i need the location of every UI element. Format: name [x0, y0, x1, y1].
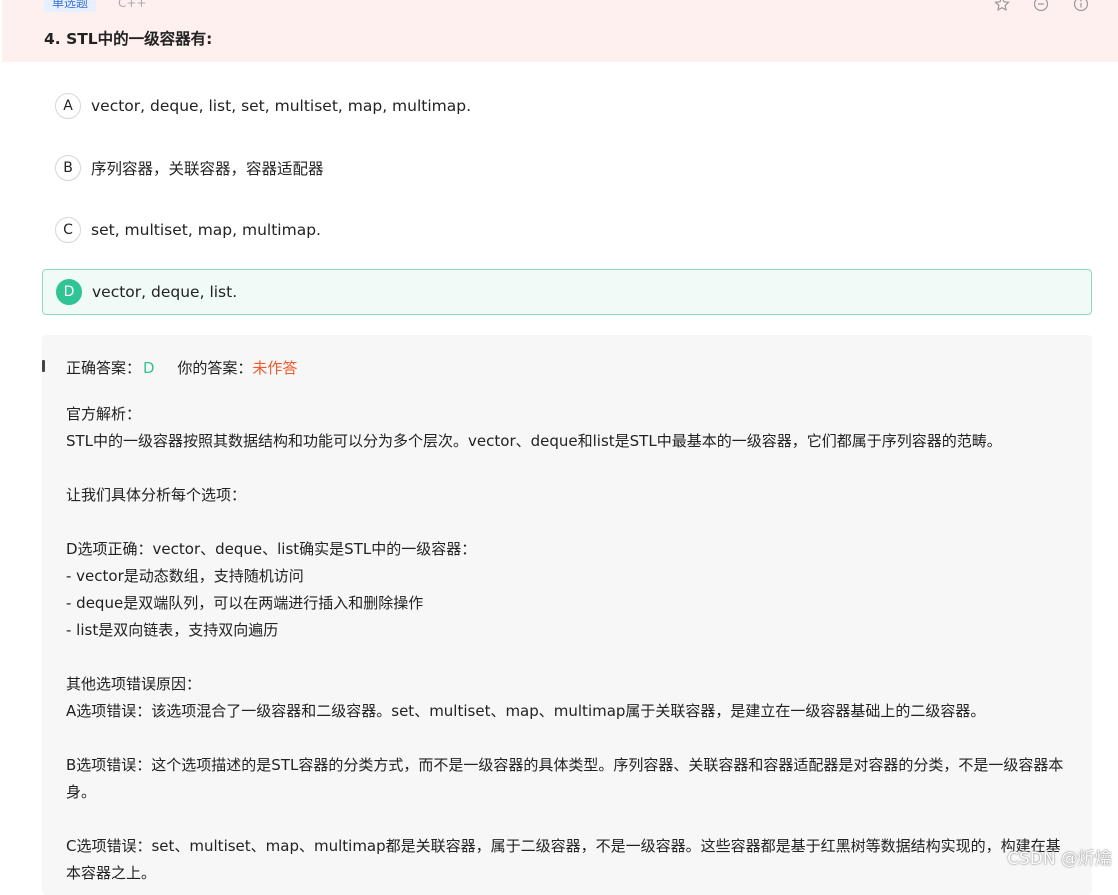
analysis-line: D选项正确：vector、deque、list确实是STL中的一级容器：: [66, 540, 477, 558]
question-header: 单选题 C++ 4. STL中的一级容器有:: [2, 0, 1118, 62]
option-a[interactable]: A vector, deque, list, set, multiset, ma…: [42, 84, 1092, 128]
info-icon[interactable]: [1073, 0, 1089, 12]
your-answer-label: 你的答案：: [177, 359, 253, 377]
analysis-line: A选项错误：该选项混合了一级容器和二级容器。set、multiset、map、m…: [66, 702, 986, 720]
star-icon[interactable]: [994, 0, 1010, 12]
analysis-line: [66, 725, 1072, 752]
answer-summary: 正确答案： D 你的答案：未作答: [66, 357, 297, 378]
option-text: 序列容器，关联容器，容器适配器: [91, 160, 324, 178]
analysis-line: STL中的一级容器按照其数据结构和功能可以分为多个层次。vector、deque…: [66, 432, 1002, 450]
analysis-line: - deque是双端队列，可以在两端进行插入和删除操作: [66, 594, 424, 612]
option-letter-badge: A: [55, 93, 81, 119]
option-text: vector, deque, list, set, multiset, map,…: [91, 97, 472, 115]
analysis-line: 官方解析：: [66, 405, 142, 423]
question-title: 4. STL中的一级容器有:: [44, 30, 213, 48]
analysis-line: - list是双向链表，支持双向遍历: [66, 621, 279, 639]
correct-answer-value: D: [143, 359, 155, 377]
correct-answer-label: 正确答案：: [66, 359, 142, 377]
analysis-line: [66, 806, 1072, 833]
question-type-tag: 单选题: [44, 0, 97, 12]
option-text: set, multiset, map, multimap.: [91, 221, 321, 239]
analysis-text: 官方解析： STL中的一级容器按照其数据结构和功能可以分为多个层次。vector…: [66, 401, 1072, 887]
analysis-line: [66, 509, 1072, 536]
analysis-line: 其他选项错误原因：: [66, 675, 202, 693]
option-letter-badge: C: [55, 217, 81, 243]
language-tag: C++: [118, 0, 147, 10]
analysis-line: [66, 644, 1072, 671]
analysis-line: B选项错误：这个选项描述的是STL容器的分类方式，而不是一级容器的具体类型。序列…: [66, 756, 1064, 801]
option-c[interactable]: C set, multiset, map, multimap.: [42, 208, 1092, 252]
analysis-panel: 正确答案： D 你的答案：未作答 官方解析： STL中的一级容器按照其数据结构和功…: [42, 335, 1092, 895]
analysis-line: 让我们具体分析每个选项：: [66, 486, 247, 504]
option-letter-badge: B: [55, 155, 81, 181]
your-answer-value: 未作答: [252, 359, 298, 377]
option-d-correct[interactable]: D vector, deque, list.: [42, 269, 1092, 315]
csdn-watermark: CSDN @炘爚: [1007, 849, 1112, 869]
option-letter-badge: D: [56, 279, 82, 305]
analysis-line: [66, 455, 1072, 482]
analysis-line: - vector是动态数组，支持随机访问: [66, 567, 304, 585]
minus-circle-icon[interactable]: [1033, 0, 1049, 12]
option-text: vector, deque, list.: [92, 283, 238, 301]
section-marker: [42, 360, 45, 372]
option-b[interactable]: B 序列容器，关联容器，容器适配器: [42, 146, 1092, 190]
